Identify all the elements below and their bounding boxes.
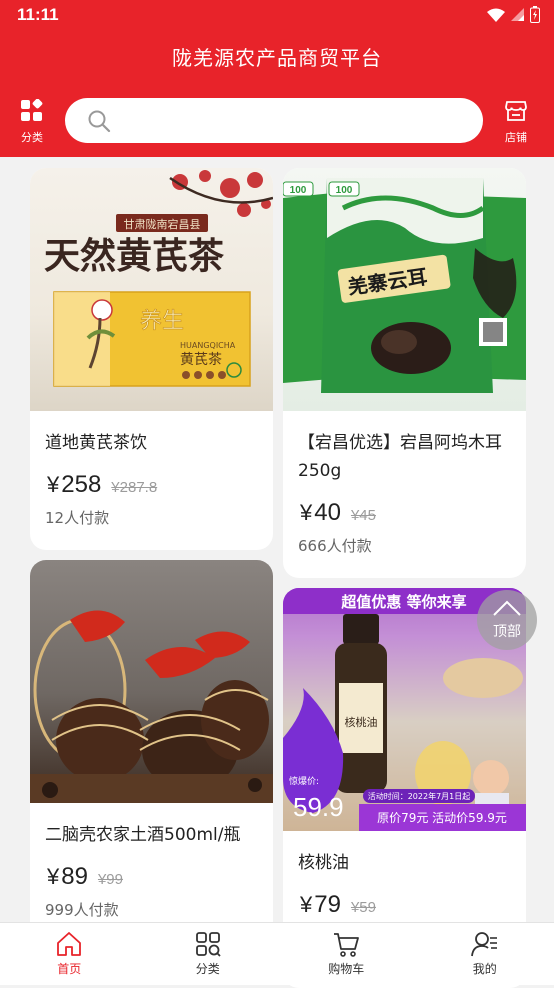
svg-text:天然黄芪茶: 天然黄芪茶 xyxy=(44,235,225,277)
header: 11:11 陇羌源农产品商贸平台 分类 店铺 xyxy=(0,0,554,157)
bottom-tab-bar: 首页 分类 购物车 我的 xyxy=(0,922,554,985)
svg-text:59.9: 59.9 xyxy=(293,792,344,822)
price-row: ¥258 ¥287.8 xyxy=(47,471,273,499)
product-image xyxy=(30,560,273,803)
tab-category-label: 分类 xyxy=(196,962,220,976)
tab-profile[interactable]: 我的 xyxy=(416,923,554,985)
svg-text:活动时间：2022年7月1日起: 活动时间：2022年7月1日起 xyxy=(368,791,471,801)
product-price: ¥79 xyxy=(300,891,341,919)
search-icon xyxy=(87,109,111,133)
original-price: ¥287.8 xyxy=(111,479,157,496)
product-price: ¥258 xyxy=(47,471,101,499)
category-grid-icon xyxy=(20,99,44,123)
page-title: 陇羌源农产品商贸平台 xyxy=(0,42,554,71)
price-row: ¥89 ¥99 xyxy=(47,863,273,891)
back-to-top-button[interactable]: 顶部 xyxy=(477,590,537,650)
signal-icon xyxy=(511,8,524,21)
svg-text:核桃油: 核桃油 xyxy=(345,715,378,729)
chevron-up-icon xyxy=(492,599,522,617)
category-button-label: 分类 xyxy=(10,129,54,145)
product-card[interactable]: 100 100 羌寨云耳 【宕昌优选】宕昌阿坞木耳250g ¥40 ¥45 66… xyxy=(283,168,526,578)
tab-home-label: 首页 xyxy=(57,962,81,976)
user-icon xyxy=(471,930,499,958)
product-name: 二脑壳农家土酒500ml/瓶 xyxy=(45,821,259,849)
product-name: 【宕昌优选】宕昌阿坞木耳250g xyxy=(298,429,512,485)
original-price: ¥45 xyxy=(351,507,376,524)
tab-category[interactable]: 分类 xyxy=(139,923,278,985)
tab-cart[interactable]: 购物车 xyxy=(277,923,416,985)
original-price: ¥59 xyxy=(351,899,376,916)
product-name: 道地黄芪茶饮 xyxy=(45,429,259,457)
product-name: 核桃油 xyxy=(298,849,512,877)
buyer-count: 666人付款 xyxy=(298,535,526,556)
svg-text:原价79元 活动价59.9元: 原价79元 活动价59.9元 xyxy=(377,811,507,825)
store-button[interactable]: 店铺 xyxy=(494,99,538,145)
category-button[interactable]: 分类 xyxy=(10,99,54,145)
home-icon xyxy=(55,930,83,958)
buyer-count: 12人付款 xyxy=(45,507,273,528)
original-price: ¥99 xyxy=(98,871,123,888)
fungus-product-illustration: 100 100 羌寨云耳 xyxy=(283,168,526,411)
search-input[interactable] xyxy=(123,108,467,134)
product-card[interactable]: 二脑壳农家土酒500ml/瓶 ¥89 ¥99 999人付款 xyxy=(30,560,273,980)
wifi-icon xyxy=(487,8,505,22)
product-price: ¥89 xyxy=(47,863,88,891)
battery-icon xyxy=(530,6,540,23)
svg-text:黄芪茶: 黄芪茶 xyxy=(180,351,222,368)
category-search-icon xyxy=(194,930,222,958)
price-row: ¥40 ¥45 xyxy=(300,499,526,527)
product-image: 100 100 羌寨云耳 xyxy=(283,168,526,411)
buyer-count: 999人付款 xyxy=(45,899,273,920)
svg-text:惊爆价:: 惊爆价: xyxy=(289,775,319,787)
tab-home[interactable]: 首页 xyxy=(0,923,139,985)
svg-text:100: 100 xyxy=(336,185,353,196)
price-row: ¥79 ¥59 xyxy=(300,891,526,919)
store-icon xyxy=(504,99,528,123)
status-time: 11:11 xyxy=(17,5,59,25)
store-button-label: 店铺 xyxy=(494,129,538,145)
product-price: ¥40 xyxy=(300,499,341,527)
svg-text:甘肃陇南宕昌县: 甘肃陇南宕昌县 xyxy=(124,217,201,231)
svg-text:养生: 养生 xyxy=(140,309,184,334)
cart-icon xyxy=(332,930,360,958)
svg-text:超值优惠 等你来享: 超值优惠 等你来享 xyxy=(340,593,466,611)
back-to-top-label: 顶部 xyxy=(477,621,537,641)
product-card[interactable]: 甘肃陇南宕昌县 天然黄芪茶 养生 HUANGQICHA 黄芪茶 道地黄芪茶饮 ¥… xyxy=(30,168,273,550)
tea-product-illustration: 甘肃陇南宕昌县 天然黄芪茶 养生 HUANGQICHA 黄芪茶 xyxy=(30,168,273,411)
product-image: 甘肃陇南宕昌县 天然黄芪茶 养生 HUANGQICHA 黄芪茶 xyxy=(30,168,273,411)
tab-profile-label: 我的 xyxy=(473,962,497,976)
svg-text:HUANGQICHA: HUANGQICHA xyxy=(180,341,236,350)
search-bar[interactable] xyxy=(65,98,483,143)
wine-product-illustration xyxy=(30,560,273,803)
status-bar: 11:11 xyxy=(0,0,554,30)
status-icons xyxy=(487,6,540,23)
svg-text:100: 100 xyxy=(290,185,307,196)
tab-cart-label: 购物车 xyxy=(328,962,364,976)
